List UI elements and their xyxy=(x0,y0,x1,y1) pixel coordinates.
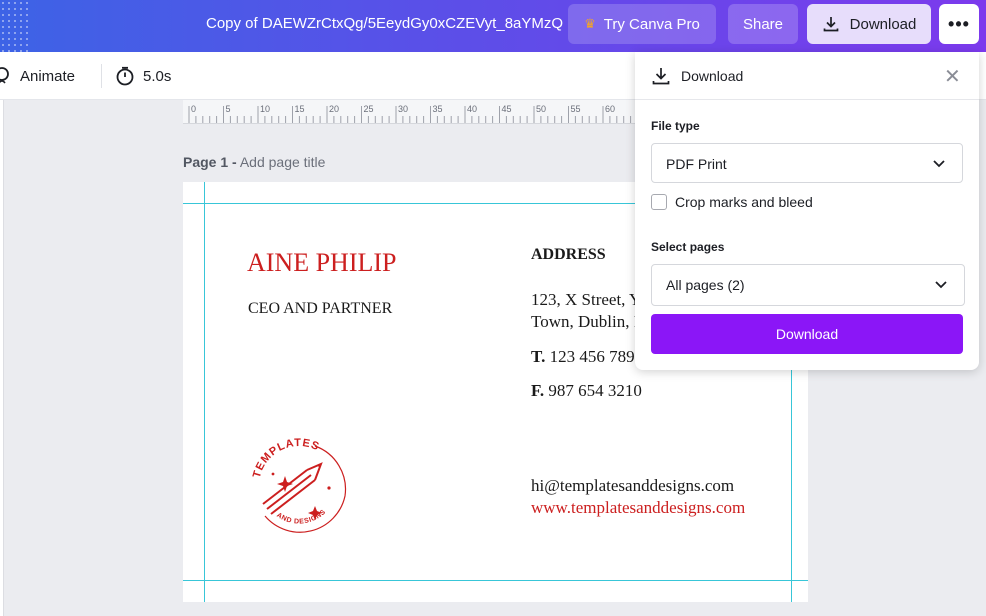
animate-button[interactable]: Animate xyxy=(0,66,75,86)
vertical-ruler xyxy=(0,100,4,616)
crop-marks-checkbox[interactable] xyxy=(651,194,667,210)
try-canva-pro-button[interactable]: ♛ Try Canva Pro xyxy=(568,4,716,44)
ruler-label: 45 xyxy=(501,104,512,114)
email-text[interactable]: hi@templatesanddesigns.com xyxy=(531,476,734,496)
top-header-bar: Copy of DAEWZrCtxQg/5EeydGy0xCZEVyt_8aYM… xyxy=(0,0,986,52)
ruler-label: 40 xyxy=(467,104,478,114)
telephone-prefix: T. xyxy=(531,347,546,366)
page-number-label: Page 1 - xyxy=(183,154,237,170)
ruler-label: 15 xyxy=(294,104,305,114)
card-name-text[interactable]: AINE PHILIP xyxy=(247,248,397,278)
add-page-title-input[interactable]: Add page title xyxy=(240,154,326,170)
address-line-1[interactable]: 123, X Street, Y xyxy=(531,290,641,310)
logo-top-text: TEMPLATES xyxy=(251,437,321,479)
timer-icon xyxy=(116,66,134,86)
svg-text:AND DESIGNS: AND DESIGNS xyxy=(275,509,327,526)
more-options-button[interactable]: ••• xyxy=(939,4,979,44)
ruler-label: 10 xyxy=(260,104,271,114)
try-canva-pro-label: Try Canva Pro xyxy=(603,15,700,33)
select-pages-value: All pages (2) xyxy=(666,277,745,293)
download-panel-header: Download ✕ xyxy=(635,52,979,100)
download-panel-title: Download xyxy=(681,68,744,84)
animate-icon xyxy=(0,67,9,84)
address-heading[interactable]: ADDRESS xyxy=(531,246,606,264)
file-type-label: File type xyxy=(651,119,700,133)
bleed-guide-left xyxy=(204,182,205,602)
ruler-label: 55 xyxy=(570,104,581,114)
select-pages-label: Select pages xyxy=(651,240,725,254)
animate-label: Animate xyxy=(20,67,76,85)
templates-and-designs-logo[interactable]: TEMPLATES AND DESIGNS xyxy=(245,432,353,540)
ruler-label: 25 xyxy=(363,104,374,114)
chevron-down-icon xyxy=(933,160,945,168)
crown-icon: ♛ xyxy=(584,16,596,31)
download-panel: Download ✕ File type PDF Print Crop mark… xyxy=(635,52,979,370)
close-icon[interactable]: ✕ xyxy=(944,64,961,89)
website-text[interactable]: www.templatesanddesigns.com xyxy=(531,498,745,518)
ruler-label: 0 xyxy=(191,104,197,114)
duration-label: 5.0s xyxy=(143,67,172,85)
more-dots-icon: ••• xyxy=(948,13,970,34)
telephone-line[interactable]: T. 123 456 789 xyxy=(531,347,635,367)
telephone-value: 123 456 789 xyxy=(549,347,635,366)
download-submit-button[interactable]: Download xyxy=(651,314,963,354)
ruler-label: 20 xyxy=(329,104,340,114)
download-button-label: Download xyxy=(849,15,917,33)
logo-bottom-text: AND DESIGNS xyxy=(275,509,327,526)
chevron-down-icon xyxy=(935,281,947,289)
ruler-label: 60 xyxy=(605,104,616,114)
share-label: Share xyxy=(742,15,784,33)
document-title[interactable]: Copy of DAEWZrCtxQg/5EeydGy0xCZEVyt_8aYM… xyxy=(206,15,563,32)
ruler-label: 35 xyxy=(432,104,443,114)
fax-line[interactable]: F. 987 654 3210 xyxy=(531,381,642,401)
download-icon xyxy=(823,17,838,32)
ruler-label: 5 xyxy=(225,104,231,114)
page-title-row: Page 1 - Add page title xyxy=(183,154,325,170)
toolbar-divider xyxy=(101,64,102,88)
duration-button[interactable]: 5.0s xyxy=(115,66,171,86)
download-button[interactable]: Download xyxy=(807,4,931,44)
file-type-select[interactable]: PDF Print xyxy=(651,143,963,183)
download-submit-label: Download xyxy=(775,326,839,342)
fax-prefix: F. xyxy=(531,381,545,400)
select-pages-dropdown[interactable]: All pages (2) xyxy=(651,264,965,306)
fax-value: 987 654 3210 xyxy=(548,381,642,400)
ruler-label: 50 xyxy=(536,104,547,114)
bleed-guide-bottom xyxy=(183,580,808,581)
card-role-text[interactable]: CEO AND PARTNER xyxy=(248,300,392,318)
svg-text:TEMPLATES: TEMPLATES xyxy=(251,437,322,479)
header-pattern xyxy=(0,0,30,52)
share-button[interactable]: Share xyxy=(728,4,798,44)
address-line-2[interactable]: Town, Dublin, I xyxy=(531,312,639,332)
download-icon xyxy=(652,68,670,85)
crop-marks-label[interactable]: Crop marks and bleed xyxy=(675,194,813,210)
file-type-value: PDF Print xyxy=(666,156,727,172)
ruler-label: 30 xyxy=(398,104,409,114)
